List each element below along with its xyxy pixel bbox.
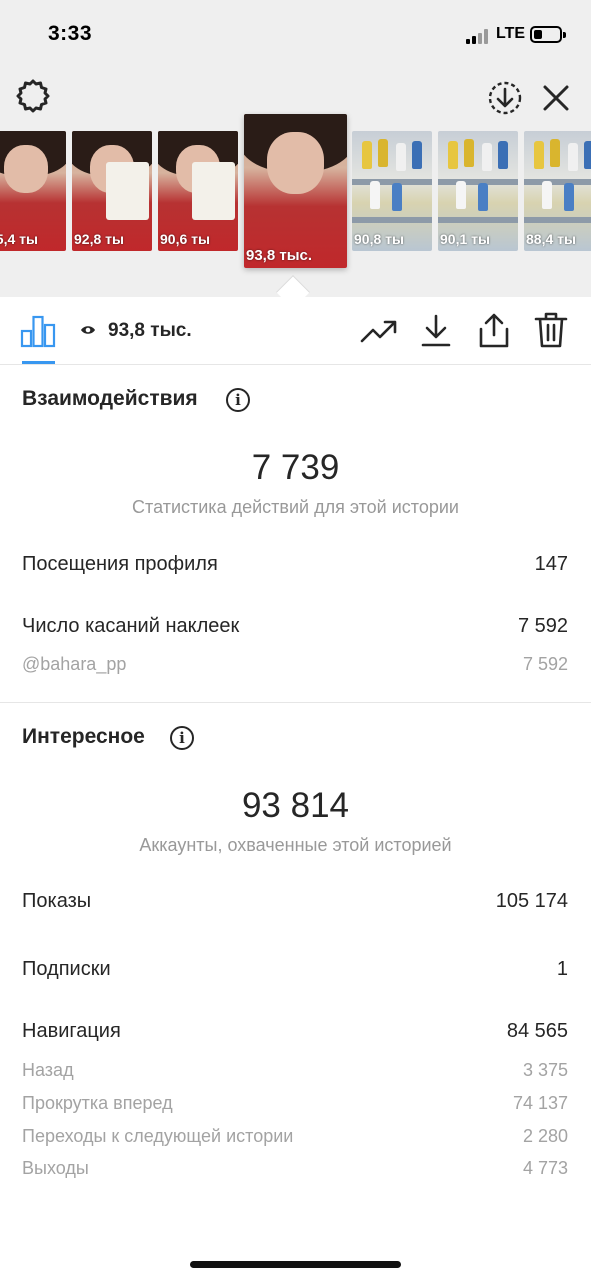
stat-value: 84 565	[506, 1020, 568, 1042]
eye-icon	[81, 326, 95, 334]
stat-label: @bahara_pp	[22, 654, 127, 674]
stat-row-forward: Прокрутка вперед 74 137	[22, 1093, 568, 1123]
story-thumbnail[interactable]: 95,4 ты	[0, 131, 66, 251]
interactions-title: Взаимодействия	[22, 387, 198, 410]
battery-icon	[530, 26, 566, 43]
stat-label: Посещения профиля	[22, 553, 218, 575]
interactions-total: 7 739	[251, 448, 340, 487]
stat-label: Переходы к следующей истории	[22, 1126, 294, 1146]
stat-value: 2 280	[522, 1126, 568, 1146]
story-thumbnail[interactable]: 90,6 ты	[158, 131, 238, 251]
story-view-count: 90,8 ты	[354, 231, 404, 247]
stat-row-exits: Выходы 4 773	[22, 1158, 568, 1188]
view-total: 93,8 тыс.	[108, 320, 192, 341]
discovery-total: 93 814	[241, 786, 350, 825]
stat-row-back: Назад 3 375	[22, 1060, 568, 1090]
story-thumbnail[interactable]: 90,8 ты	[352, 131, 432, 251]
stat-row-profile-visits: Посещения профиля 147	[22, 553, 568, 583]
insights-tab-icon[interactable]	[20, 313, 56, 349]
stat-row-impressions: Показы 105 174	[22, 890, 568, 920]
signal-icon	[466, 29, 492, 44]
stat-value: 147	[534, 553, 568, 575]
story-view-count: 90,1 ты	[440, 231, 490, 247]
stat-row-mention-sticker: @bahara_pp 7 592	[22, 654, 568, 684]
discovery-info-icon[interactable]: i	[170, 726, 194, 750]
story-thumbnail-selected[interactable]: 93,8 тыс.	[244, 114, 347, 268]
stat-label: Число касаний наклеек	[22, 615, 240, 637]
story-header-area: 3:33 LTE 95,4 ты92,8 ты90,6 ты93,8 тыс.9…	[0, 0, 591, 297]
status-time: 3:33	[48, 22, 93, 45]
story-thumbnail[interactable]: 90,1 ты	[438, 131, 518, 251]
interactions-subtitle: Статистика действий для этой истории	[132, 497, 459, 517]
story-toolbar: 93,8 тыс.	[0, 297, 591, 365]
stat-label: Назад	[22, 1060, 74, 1080]
stat-value: 105 174	[495, 890, 568, 912]
discovery-title: Интересное	[22, 725, 145, 748]
story-view-count: 90,6 ты	[160, 231, 210, 247]
discovery-subtitle: Аккаунты, охваченные этой историей	[139, 835, 452, 855]
stat-label: Прокрутка вперед	[22, 1093, 173, 1113]
stat-row-navigation: Навигация 84 565	[22, 1020, 568, 1050]
stat-label: Подписки	[22, 958, 111, 980]
close-icon[interactable]	[540, 82, 572, 114]
home-indicator[interactable]	[190, 1261, 401, 1268]
promote-trend-icon[interactable]	[360, 315, 398, 347]
story-view-count: 92,8 ты	[74, 231, 124, 247]
stat-row-sticker-taps: Число касаний наклеек 7 592	[22, 615, 568, 645]
download-circle-icon[interactable]	[487, 80, 523, 116]
stat-row-follows: Подписки 1	[22, 958, 568, 988]
story-view-count: 88,4 ты	[526, 231, 576, 247]
active-tab-underline	[22, 361, 55, 364]
settings-icon[interactable]	[15, 78, 51, 114]
save-icon[interactable]	[420, 313, 452, 349]
story-view-count: 93,8 тыс.	[246, 247, 313, 264]
interactions-info-icon[interactable]: i	[226, 388, 250, 412]
status-bar: 3:33 LTE	[0, 0, 591, 70]
stat-value: 74 137	[512, 1093, 568, 1113]
stat-value: 1	[556, 958, 568, 980]
stat-label: Выходы	[22, 1158, 89, 1178]
delete-icon[interactable]	[533, 311, 569, 349]
stat-row-next-story: Переходы к следующей истории 2 280	[22, 1126, 568, 1156]
story-view-count: 95,4 ты	[0, 231, 38, 247]
story-thumbnail-strip[interactable]: 95,4 ты 92,8 ты 90,6 ты 93,8 тыс. 90,8 ты 90,…	[0, 114, 591, 274]
stat-value: 7 592	[517, 615, 568, 637]
share-icon[interactable]	[477, 311, 511, 349]
story-thumbnail[interactable]: 92,8 ты	[72, 131, 152, 251]
stat-value: 7 592	[522, 654, 568, 674]
stat-value: 4 773	[522, 1158, 568, 1178]
stat-value: 3 375	[522, 1060, 568, 1080]
section-divider	[0, 702, 591, 703]
stat-label: Навигация	[22, 1020, 121, 1042]
stat-label: Показы	[22, 890, 92, 912]
network-label: LTE	[496, 25, 526, 42]
story-thumbnail[interactable]: 88,4 ты	[524, 131, 591, 251]
